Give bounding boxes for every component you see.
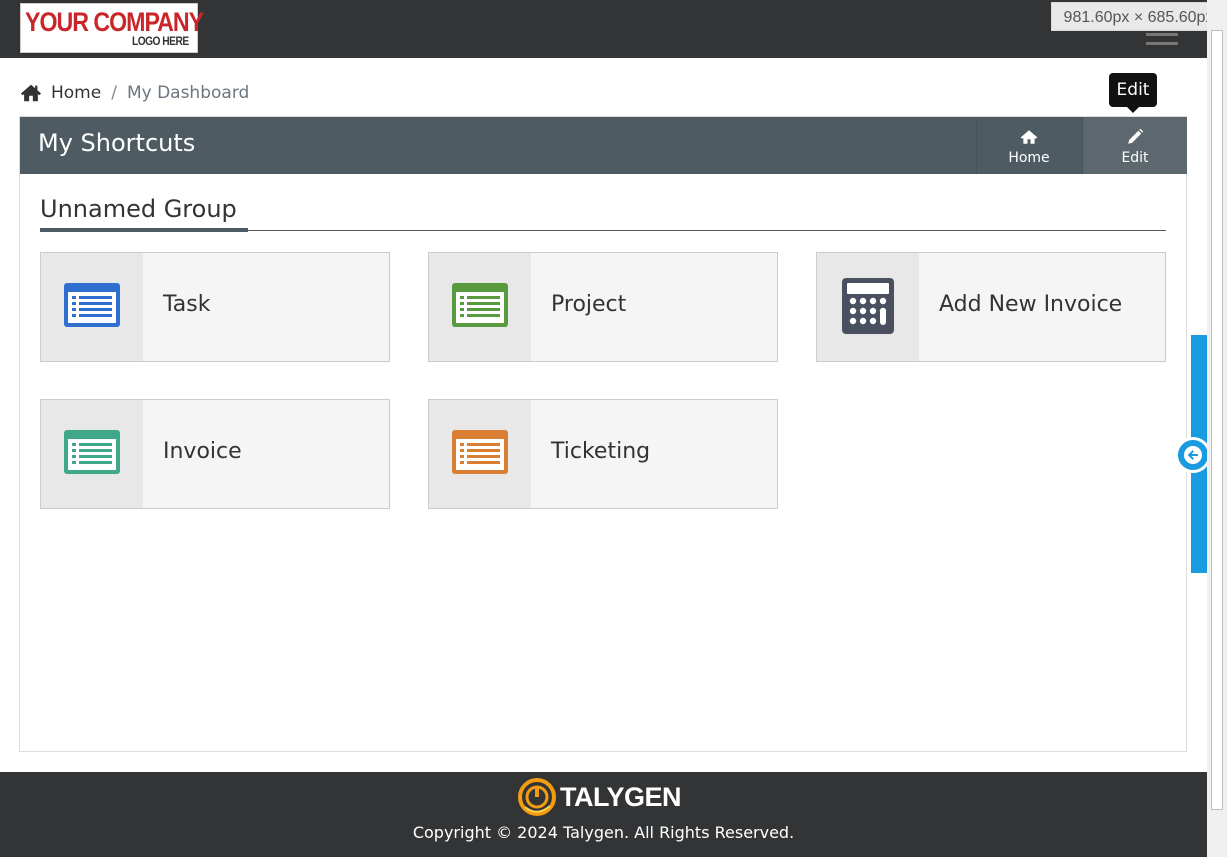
header-home-label: Home [1008, 150, 1050, 166]
home-icon [1020, 130, 1038, 144]
home-icon[interactable] [20, 82, 42, 104]
header-edit-label: Edit [1121, 150, 1149, 166]
breadcrumb-current: My Dashboard [126, 83, 250, 103]
panel-header: My Shortcuts Home Edit [20, 117, 1187, 174]
group-title-underline [40, 228, 248, 232]
footer-brand-name: TALYGEN [560, 781, 682, 812]
panel-title: My Shortcuts [38, 129, 196, 157]
logo-sub-text: LOGO HERE [132, 34, 189, 48]
page-scrollbar[interactable] [1207, 0, 1227, 857]
breadcrumb: Home / My Dashboard [20, 79, 249, 107]
shortcut-tile-add-new-invoice[interactable]: Add New Invoice [816, 252, 1166, 362]
tile-icon-box [817, 253, 919, 361]
calculator-icon [842, 278, 894, 334]
shortcuts-panel: My Shortcuts Home Edit Unnamed Group Tas… [19, 116, 1187, 752]
list-icon [452, 430, 508, 474]
tile-label: Ticketing [551, 439, 651, 464]
footer: TALYGEN Copyright © 2024 Talygen. All Ri… [0, 772, 1207, 857]
edit-tooltip: Edit [1109, 73, 1157, 113]
group-title: Unnamed Group [40, 195, 237, 223]
shortcut-tile-ticketing[interactable]: Ticketing [428, 399, 778, 509]
copyright-text: Copyright © 2024 Talygen. All Rights Res… [412, 823, 795, 842]
tile-icon-box [41, 400, 143, 508]
arrow-left-icon [1184, 446, 1202, 464]
tile-label: Invoice [163, 439, 242, 464]
viewport-size-label: 981.60px × 685.60px [1051, 2, 1226, 31]
talygen-logo-icon [518, 778, 556, 816]
shortcut-tile-invoice[interactable]: Invoice [40, 399, 390, 509]
header-edit-button[interactable]: Edit [1082, 117, 1187, 174]
breadcrumb-home-link[interactable]: Home [51, 83, 101, 103]
company-logo[interactable]: YOUR COMPANY LOGO HERE [20, 3, 204, 53]
header-home-button[interactable]: Home [976, 117, 1081, 174]
list-icon [64, 430, 120, 474]
tile-icon-box [41, 253, 143, 361]
breadcrumb-separator: / [111, 83, 117, 103]
shortcut-tile-task[interactable]: Task [40, 252, 390, 362]
tile-label: Project [551, 292, 627, 317]
tile-icon-box [429, 253, 531, 361]
side-panel-toggle[interactable] [1175, 437, 1211, 473]
top-navbar: YOUR COMPANY LOGO HERE [0, 0, 1207, 58]
pencil-icon [1128, 128, 1144, 144]
list-icon [64, 283, 120, 327]
tile-label: Add New Invoice [939, 292, 1123, 317]
tile-label: Task [163, 292, 211, 317]
scrollbar-thumb[interactable] [1211, 30, 1223, 810]
footer-brand: TALYGEN [517, 777, 682, 817]
list-icon [452, 283, 508, 327]
tile-icon-box [429, 400, 531, 508]
shortcut-tile-project[interactable]: Project [428, 252, 778, 362]
